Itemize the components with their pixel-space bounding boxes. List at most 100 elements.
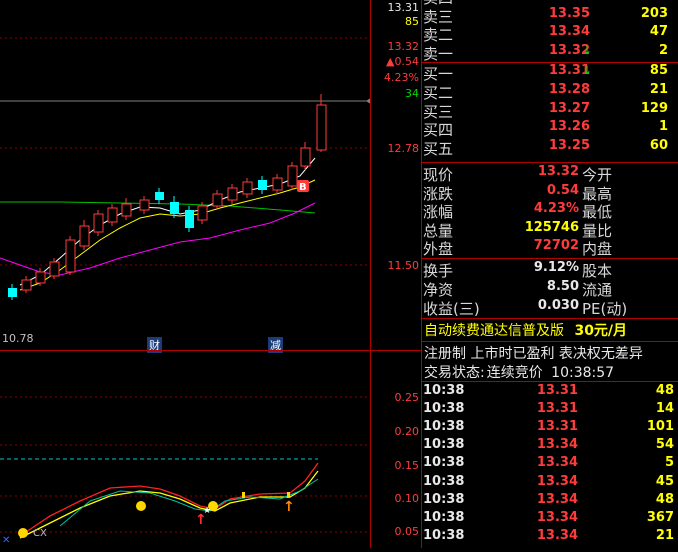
tick-row[interactable]: 10:38 13.31 48 <box>422 383 678 401</box>
indicator-yellow-line <box>19 470 319 539</box>
order-book-row[interactable]: 买五 13.25 60 <box>422 138 678 158</box>
indicator-panel[interactable]: ↑ ↑ ★ ✕ CX <box>0 351 370 548</box>
candle-body[interactable] <box>287 165 298 187</box>
tick-volume: 101 <box>646 419 674 435</box>
candle-body[interactable] <box>65 239 76 273</box>
candle-body[interactable] <box>21 279 32 291</box>
order-book-row[interactable]: 买三 13.27 129 <box>422 100 678 121</box>
chart-low-label: 10.78 <box>2 332 34 345</box>
candle-body[interactable] <box>49 261 60 277</box>
candle-body[interactable] <box>139 199 150 211</box>
quote-value: 0.54 <box>546 182 579 198</box>
candle-body[interactable] <box>155 192 164 200</box>
candle-body[interactable] <box>272 177 283 191</box>
fundamental-label-secondary: 股本 <box>582 262 613 280</box>
candle-body[interactable] <box>121 203 132 217</box>
down-arrow-icon: ↓ <box>582 42 593 57</box>
tick-row[interactable]: 10:38 13.34 48 <box>422 492 678 510</box>
ma5-line <box>19 157 316 286</box>
axis-top-5: 4.23% <box>384 71 419 84</box>
candle-body[interactable] <box>8 288 17 297</box>
order-book-volume: 203 <box>640 5 668 21</box>
candle-body[interactable] <box>242 181 253 195</box>
order-book-row[interactable]: 卖三 13.35 203 <box>422 5 678 26</box>
buy-marker-text: B <box>299 182 307 193</box>
fundamental-label-secondary: PE(动) <box>582 300 628 318</box>
tick-row[interactable]: 10:38 13.34 5 <box>422 455 678 473</box>
tick-list[interactable]: 10:38 13.31 48 10:38 13.31 14 10:38 13.31 101 10:… <box>422 383 678 548</box>
order-book-volume: 85 <box>649 63 668 79</box>
ind-axis-0.10: 0.10 <box>394 492 420 505</box>
fundamental-row: 收益(三) 0.030 PE(动) <box>422 298 678 318</box>
order-book: 卖四13.36257卖三13.35203卖二13.3447卖一13.32↓2买一… <box>422 0 678 167</box>
candle-body[interactable] <box>185 210 194 228</box>
fundamental-value: 0.030 <box>537 298 579 313</box>
indicator-svg[interactable]: ↑ ↑ ★ ✕ <box>0 351 370 548</box>
tick-volume: 48 <box>655 491 674 507</box>
ind-axis-0.25: 0.25 <box>394 391 420 404</box>
tick-row[interactable]: 10:38 13.34 45 <box>422 474 678 492</box>
tick-price: 13.34 <box>536 473 578 489</box>
order-book-label: 买五 <box>423 139 454 158</box>
candle-body[interactable] <box>170 202 179 214</box>
order-book-row[interactable]: 买四 13.26 1 <box>422 119 678 139</box>
promo-price[interactable]: 30元/月 <box>574 323 627 339</box>
candle-body[interactable] <box>197 205 208 221</box>
candle-body[interactable] <box>258 180 267 190</box>
tick-time: 10:38 <box>423 455 465 471</box>
tick-time: 10:38 <box>423 509 465 525</box>
quote-divider <box>422 258 678 259</box>
tick-row[interactable]: 10:38 13.34 367 <box>422 510 678 528</box>
candlestick-svg[interactable]: B <box>0 0 372 350</box>
promo-text[interactable]: 自动续费通达信普及版 <box>424 323 564 339</box>
fundamental-label: 换手 <box>423 262 454 280</box>
tick-volume: 54 <box>655 437 674 453</box>
candle-body[interactable] <box>35 271 46 284</box>
status-divider <box>422 381 678 382</box>
order-book-price: 13.35 <box>548 5 590 21</box>
signal-bar <box>242 492 245 498</box>
candle-body[interactable] <box>212 193 223 207</box>
quote-row: 涨幅 4.23% 最低 <box>422 201 678 221</box>
order-book-row[interactable]: 卖四13.36257 <box>422 0 678 7</box>
tick-row[interactable]: 10:38 13.31 14 <box>422 401 678 419</box>
quote-label-secondary: 内盘 <box>582 240 613 259</box>
order-book-row[interactable]: 买一 13.31 ↓ 85 <box>422 63 678 83</box>
fundamental-row: 换手 9.12% 股本 <box>422 260 678 280</box>
fundamental-value: 8.50 <box>546 279 579 294</box>
indicator-axis: 0.25 0.20 0.15 0.10 0.05 <box>371 351 421 548</box>
candle-body[interactable] <box>107 207 118 223</box>
order-book-volume: 2 <box>658 42 668 58</box>
quote-value: 4.23% <box>533 201 579 217</box>
axis-top-6: 34 <box>405 87 419 100</box>
tick-row[interactable]: 10:38 13.31 101 <box>422 419 678 437</box>
candle-body[interactable] <box>300 147 311 167</box>
axis-top-3: 13.32 <box>387 40 420 53</box>
promo-banner[interactable]: 自动续费通达信普及版 30元/月 <box>424 320 678 340</box>
candle-body[interactable] <box>316 104 327 151</box>
ma20-line <box>0 202 316 276</box>
candlestick-chart[interactable]: B 10.78 财 减 <box>0 0 372 353</box>
quote-row: 总量 125746 量比 <box>422 220 678 240</box>
candle-body[interactable] <box>93 213 104 233</box>
tick-time: 10:38 <box>423 419 465 435</box>
quote-label: 外盘 <box>423 240 454 259</box>
quote-row: 涨跌 0.54 最高 <box>422 182 678 203</box>
ind-axis-0.15: 0.15 <box>394 459 420 472</box>
fund-divider <box>422 318 678 319</box>
order-book-row[interactable]: 买二 13.28 21 <box>422 82 678 102</box>
order-book-row[interactable]: 卖一 13.32 ↓ 2 <box>422 42 678 63</box>
candle-body[interactable] <box>227 187 238 201</box>
order-book-price: 13.27 <box>548 100 590 116</box>
order-book-volume: 21 <box>649 82 668 97</box>
order-book-price: 13.26 <box>548 119 590 135</box>
tick-row[interactable]: 10:38 13.34 54 <box>422 437 678 455</box>
tick-row[interactable]: 10:38 13.34 21 <box>422 528 678 546</box>
axis-top-2: 85 <box>405 15 419 28</box>
order-book-bottom <box>422 162 678 163</box>
order-book-price: 13.34 <box>548 24 590 40</box>
order-book-row[interactable]: 卖二 13.34 47 <box>422 24 678 44</box>
quote-row: 外盘 72702 内盘 <box>422 238 678 259</box>
order-book-volume: 257 <box>641 0 668 2</box>
candle-body[interactable] <box>79 225 90 247</box>
